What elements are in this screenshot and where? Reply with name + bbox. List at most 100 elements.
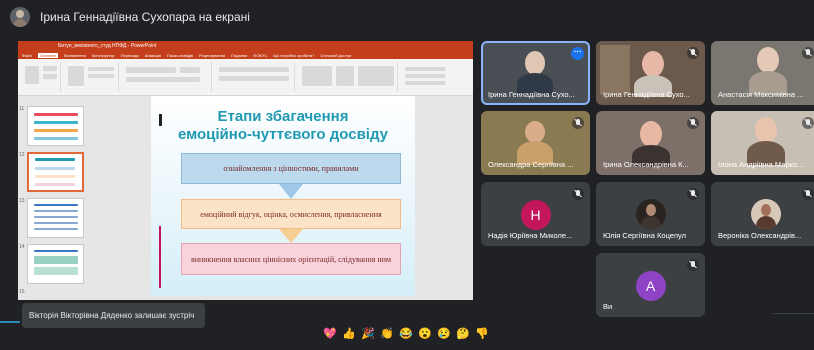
presenter-bar: Ірина Геннадіївна Сухопара на екрані [0, 0, 814, 34]
mic-off-icon [802, 47, 814, 59]
shared-screen[interactable]: Битуп_виховного_студ НПФД - PowerPoint Ф… [18, 41, 473, 300]
ribbon-group-editing [401, 62, 469, 92]
clapping-hands-icon[interactable]: 👏 [379, 326, 395, 342]
participant-tile[interactable]: Ірина Геннадіївна Сухо... [596, 41, 705, 105]
arrange-button [336, 66, 354, 86]
down-arrow-icon [279, 184, 303, 199]
mic-off-icon [687, 117, 699, 129]
slide-thumbnail[interactable] [27, 106, 84, 146]
self-tile[interactable]: А Ви [596, 253, 705, 317]
ribbon-tab[interactable]: Подання [231, 53, 247, 58]
participant-tile[interactable]: Олександра Сергіївна ... [481, 111, 590, 175]
thumbs-down-icon[interactable]: 👎 [474, 326, 490, 342]
leave-notification: Вікторія Вікторівна Дяденко залишає зуст… [22, 303, 205, 328]
ribbon-tab[interactable]: Що потрібно зробити? [273, 53, 314, 58]
participant-tile[interactable]: Юлія Сергіївна Коцепул [596, 182, 705, 246]
ribbon-tab[interactable]: Переходи [121, 53, 139, 58]
surprised-face-icon[interactable]: 😮 [417, 326, 433, 342]
participant-name: Ілона Андріївна Марко... [718, 160, 804, 169]
slide-thumbnail[interactable] [27, 244, 84, 284]
participant-name: Ви [603, 302, 613, 311]
participant-avatar [635, 199, 666, 229]
mic-off-icon [572, 117, 584, 129]
corner-accent [0, 321, 20, 323]
thumb-number: 11 [19, 106, 25, 112]
ribbon-tab[interactable]: Вставлення [64, 53, 86, 58]
quick-styles-button [358, 66, 394, 86]
cut-button [43, 66, 57, 71]
mic-off-icon [802, 188, 814, 200]
slide-thumbnails: 11 12 13 14 15 [18, 96, 96, 300]
ppt-title-bar: Битуп_виховного_студ НПФД - PowerPoint [18, 41, 473, 51]
down-arrow-icon [279, 229, 303, 243]
thumb-number: 13 [19, 198, 25, 204]
copy-button [43, 74, 57, 79]
reactions-bar: 💖 👍 🎉 👏 😂 😮 😢 🤔 👎 [322, 323, 490, 345]
mic-off-icon [802, 117, 814, 129]
reset-button [88, 74, 114, 78]
replace-button [405, 74, 445, 78]
tears-of-joy-icon[interactable]: 😂 [398, 326, 414, 342]
sparkling-heart-icon[interactable]: 💖 [322, 326, 338, 342]
ribbon-group-drawing [298, 62, 398, 92]
participant-avatar: Н [520, 200, 551, 230]
ppt-editor: 11 12 13 14 15 Етапи збагачення емоційно… [18, 96, 473, 300]
stage-box-2: емоційний відгук, оцінка, осмислення, пр… [181, 199, 401, 229]
slide-title-line2: емоційно-чуттєвого досвіду [177, 126, 389, 143]
participant-name: Олександра Сергіївна ... [488, 160, 574, 169]
font-select [126, 67, 176, 73]
list-buttons [219, 67, 289, 72]
mic-off-icon [572, 188, 584, 200]
ribbon-group-paragraph [215, 62, 295, 92]
thumb-number: 14 [19, 244, 25, 250]
current-slide[interactable]: Етапи збагачення емоційно-чуттєвого досв… [151, 96, 415, 296]
font-size-select [180, 67, 200, 73]
slide-thumbnail-active[interactable] [27, 152, 84, 192]
participant-name: Надія Юріївна Миколе... [488, 231, 573, 240]
participant-tile[interactable]: Ірина Олександрівна К... [596, 111, 705, 175]
participant-avatar [750, 199, 781, 229]
ppt-ribbon [18, 59, 473, 96]
ribbon-tab[interactable]: Основне [37, 52, 58, 58]
crying-face-icon[interactable]: 😢 [436, 326, 452, 342]
ppt-window-title: Битуп_виховного_студ НПФД - PowerPoint [58, 43, 157, 49]
ribbon-tab[interactable]: Файл [22, 53, 32, 58]
slide-thumbnail[interactable] [27, 198, 84, 238]
participant-name: Ірина Олександрівна К... [603, 160, 689, 169]
party-popper-icon[interactable]: 🎉 [360, 326, 376, 342]
participant-avatar: А [635, 271, 666, 301]
meet-window: Ірина Геннадіївна Сухопара на екрані Бит… [0, 0, 814, 350]
ribbon-group-slides [64, 62, 119, 92]
new-slide-button [68, 66, 84, 86]
thumbs-up-icon[interactable]: 👍 [341, 326, 357, 342]
bookshelf-background [600, 45, 630, 95]
participant-tile[interactable]: ⋯ Ірина Геннадіївна Сухо... [481, 41, 590, 105]
ribbon-tab[interactable]: Спільний доступ [321, 53, 352, 58]
ribbon-tab[interactable]: Конструктор [92, 53, 115, 58]
find-button [405, 67, 445, 71]
participant-tile[interactable]: Анастасія Максимівна ... [711, 41, 814, 105]
thinking-face-icon[interactable]: 🤔 [455, 326, 471, 342]
mic-off-icon [687, 259, 699, 271]
participant-tile[interactable]: Ілона Андріївна Марко... [711, 111, 814, 175]
ribbon-tab[interactable]: Рецензування [199, 53, 225, 58]
ribbon-tab[interactable]: ФОКУС [253, 53, 267, 58]
participant-name: Ірина Геннадіївна Сухо... [488, 90, 575, 99]
ribbon-group-font [122, 62, 212, 92]
participant-tile[interactable]: Вероніка Олександрів... [711, 182, 814, 246]
more-options-icon[interactable]: ⋯ [571, 47, 584, 60]
thumb-number: 12 [19, 152, 25, 158]
participant-tile[interactable]: Н Надія Юріївна Миколе... [481, 182, 590, 246]
ribbon-tab[interactable]: Показ слайдів [167, 53, 193, 58]
select-button [405, 81, 445, 85]
paste-button [25, 66, 39, 84]
layout-button [88, 67, 114, 71]
presenter-avatar [10, 7, 30, 27]
ribbon-tab[interactable]: Анімація [145, 53, 161, 58]
corner-line [773, 313, 814, 350]
presenter-label: Ірина Геннадіївна Сухопара на екрані [40, 10, 250, 24]
shapes-button [302, 66, 332, 86]
slide-title-line1: Етапи збагачення [217, 108, 349, 125]
mic-off-icon [687, 188, 699, 200]
ribbon-group-clipboard [21, 62, 61, 92]
